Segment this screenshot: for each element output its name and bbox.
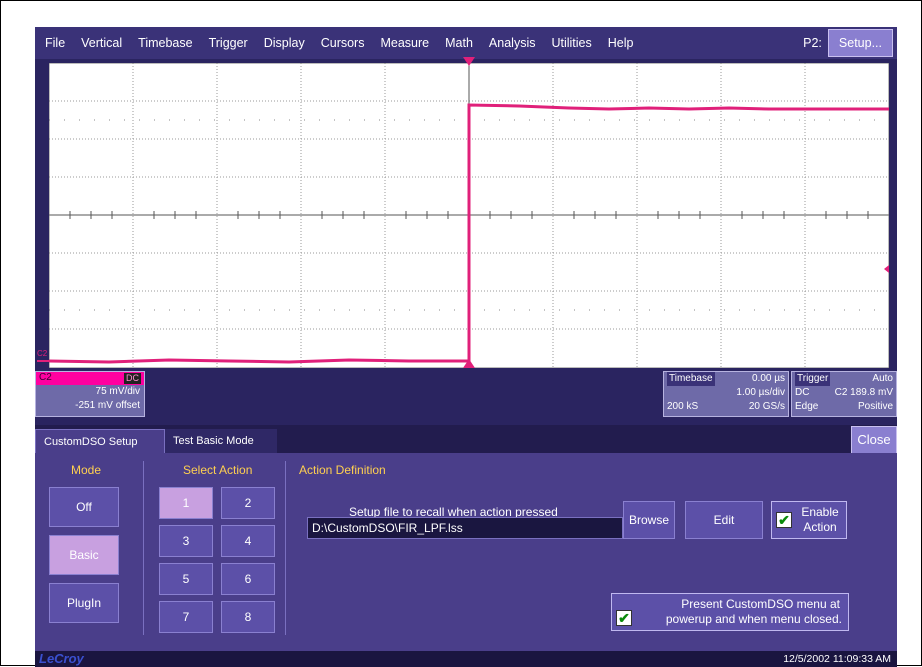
dialog-tab-strip: CustomDSO Setup Test Basic Mode Close	[35, 425, 897, 454]
timebase-descriptor[interactable]: Timebase 0.00 µs 1.00 µs/div 200 kS 20 G…	[663, 371, 789, 417]
present-menu-line-1: Present CustomDSO menu at	[681, 597, 840, 611]
action-5-button[interactable]: 5	[159, 563, 213, 595]
waveform-display[interactable]	[49, 63, 889, 368]
action-2-button[interactable]: 2	[221, 487, 275, 519]
channel-2-descriptor[interactable]: C2 DC 75 mV/div -251 mV offset	[35, 371, 145, 417]
screenshot-frame: File Vertical Timebase Trigger Display C…	[0, 0, 922, 667]
channel-2-header: C2 DC	[36, 372, 144, 385]
trigger-level: C2 189.8 mV	[834, 387, 893, 398]
channel-2-trace	[49, 103, 889, 364]
trigger-type: Edge	[795, 401, 819, 412]
action-4-button[interactable]: 4	[221, 525, 275, 557]
setup-button[interactable]: Setup...	[827, 29, 893, 57]
lecroy-logo: LeCroy	[39, 651, 84, 666]
action-6-button[interactable]: 6	[221, 563, 275, 595]
action-definition-title: Action Definition	[299, 463, 386, 477]
timebase-title: Timebase	[667, 372, 715, 386]
trigger-title: Trigger	[795, 372, 831, 386]
oscilloscope-screen: File Vertical Timebase Trigger Display C…	[35, 27, 897, 667]
timebase-delay: 0.00 µs	[751, 373, 785, 384]
present-menu-checkbox-icon[interactable]: ✔	[616, 610, 632, 626]
action-8-button[interactable]: 8	[221, 601, 275, 633]
timebase-sample-rate: 20 GS/s	[748, 401, 785, 412]
mode-title: Mode	[71, 463, 102, 477]
present-menu-label: Present CustomDSO menu at powerup and wh…	[636, 597, 846, 627]
select-action-title: Select Action	[183, 463, 253, 477]
trigger-slope: Positive	[857, 401, 893, 412]
trigger-row-1: Trigger Auto	[792, 372, 896, 386]
action-1-button[interactable]: 1	[159, 487, 213, 519]
mode-off-button[interactable]: Off	[49, 487, 119, 527]
menu-cursors[interactable]: Cursors	[313, 36, 373, 50]
present-menu-option-toggle[interactable]: ✔ Present CustomDSO menu at powerup and …	[611, 593, 849, 631]
trigger-coupling: DC	[795, 387, 810, 398]
timebase-time-per-div: 1.00 µs/div	[736, 387, 785, 398]
setup-file-path-field[interactable]: D:\CustomDSO\FIR_LPF.lss	[307, 517, 623, 539]
trigger-level-marker	[884, 265, 889, 273]
menu-measure[interactable]: Measure	[372, 36, 437, 50]
trigger-position-marker	[463, 359, 475, 368]
menu-utilities[interactable]: Utilities	[543, 36, 599, 50]
date-time: 12/5/2002 11:09:33 AM	[783, 653, 891, 665]
enable-action-toggle[interactable]: ✔ Enable Action	[771, 501, 847, 539]
timebase-row-1: Timebase 0.00 µs	[664, 372, 788, 386]
menu-help[interactable]: Help	[600, 36, 642, 50]
menu-bar: File Vertical Timebase Trigger Display C…	[35, 27, 897, 59]
divider-action	[285, 461, 286, 635]
channel-volts-per-div: 75 mV/div	[95, 386, 140, 397]
trigger-row-3: Edge Positive	[792, 400, 896, 414]
trigger-mode: Auto	[872, 373, 893, 384]
trigger-position-top-marker	[463, 57, 475, 66]
enable-action-checkbox-icon[interactable]: ✔	[776, 512, 792, 528]
tab-test-basic-mode[interactable]: Test Basic Mode	[165, 429, 277, 453]
menu-timebase[interactable]: Timebase	[130, 36, 200, 50]
tab-customdso-setup[interactable]: CustomDSO Setup	[35, 429, 165, 454]
customdso-setup-panel: Mode Off Basic PlugIn Select Action 1 2 …	[35, 453, 897, 651]
menu-file[interactable]: File	[35, 36, 73, 50]
menu-vertical[interactable]: Vertical	[73, 36, 130, 50]
enable-label-line-1: Enable	[801, 505, 839, 519]
p2-label: P2:	[803, 36, 822, 50]
channel-name: C2	[39, 372, 52, 383]
channel-2-marker-label: C2	[37, 349, 48, 358]
menu-trigger[interactable]: Trigger	[201, 36, 256, 50]
edit-button[interactable]: Edit	[685, 501, 763, 539]
trigger-descriptor[interactable]: Trigger Auto DC C2 189.8 mV Edge Positiv…	[791, 371, 897, 417]
channel-offset: -251 mV offset	[75, 400, 140, 411]
present-menu-line-2: powerup and when menu closed.	[665, 612, 842, 626]
menu-math[interactable]: Math	[437, 36, 481, 50]
enable-label-line-2: Action	[803, 520, 837, 534]
menu-display[interactable]: Display	[256, 36, 313, 50]
trigger-row-2: DC C2 189.8 mV	[792, 386, 896, 400]
timebase-samples: 200 kS	[667, 401, 699, 412]
status-bar: LeCroy 12/5/2002 11:09:33 AM	[35, 651, 897, 667]
mode-plugin-button[interactable]: PlugIn	[49, 583, 119, 623]
action-3-button[interactable]: 3	[159, 525, 213, 557]
browse-button[interactable]: Browse	[623, 501, 675, 539]
mode-basic-button[interactable]: Basic	[49, 535, 119, 575]
enable-action-label: Enable Action	[796, 505, 844, 535]
action-7-button[interactable]: 7	[159, 601, 213, 633]
channel-coupling: DC	[124, 373, 141, 384]
close-button[interactable]: Close	[851, 426, 897, 454]
divider-mode	[143, 461, 144, 635]
timebase-row-3: 200 kS 20 GS/s	[664, 400, 788, 414]
timebase-row-2: 1.00 µs/div	[664, 386, 788, 400]
menu-analysis[interactable]: Analysis	[481, 36, 544, 50]
waveform-grid	[49, 63, 889, 368]
